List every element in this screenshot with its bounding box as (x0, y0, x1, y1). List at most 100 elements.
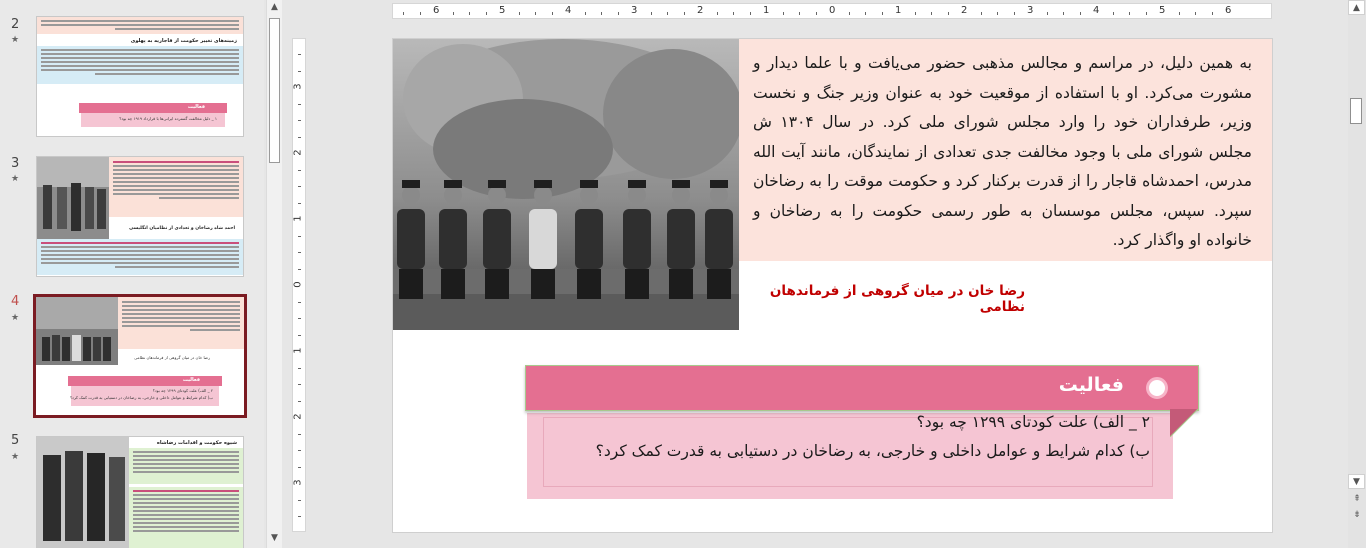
ruler-tick (298, 301, 301, 303)
ruler-tick (298, 433, 301, 435)
ruler-number: 5 (1159, 5, 1166, 16)
horizontal-ruler: 6 5 4 3 2 1 0 1 2 3 4 5 6 (392, 3, 1272, 19)
thumbnail-slide-5[interactable]: شیوه حکومت و اقدامات رضاشاه (36, 436, 244, 548)
mini-activity-title: فعالیت (182, 377, 200, 383)
ruler-number: 1 (292, 347, 304, 354)
thumbnail-slide-4[interactable]: رضا خان در میان گروهی از فرماندهان نظامی… (33, 294, 247, 418)
ruler-number: 6 (433, 5, 440, 16)
question-1[interactable]: ۲ _ الف) علت کودتای ۱۲۹۹ چه بود؟ (917, 413, 1150, 431)
ruler-tick (1013, 12, 1015, 15)
ruler-tick (650, 12, 652, 15)
scrollbar-thumb[interactable] (1350, 98, 1362, 124)
ruler-tick (815, 12, 817, 15)
ruler-tick (733, 12, 734, 15)
mini-text-block (37, 46, 243, 84)
animation-star-icon: ★ (11, 35, 20, 45)
mini-text-block (37, 239, 243, 275)
mini-activity-header: فعالیت (68, 376, 222, 386)
ruler-number: 3 (292, 83, 304, 90)
ruler-number: 2 (961, 5, 968, 16)
ruler-tick (485, 12, 487, 15)
mini-photo (37, 157, 109, 239)
ruler-tick (298, 186, 301, 187)
scroll-up-icon[interactable]: ▲ (1348, 0, 1365, 15)
thumbnail-number-3: 3 (11, 156, 20, 171)
ruler-tick (667, 12, 668, 15)
thumbnail-number-5: 5 (11, 433, 20, 448)
mini-photo (36, 297, 118, 365)
previous-slide-icon[interactable]: ⇞ (1350, 493, 1364, 506)
mini-question: ۲ _ الف) علت کودتای ۱۲۹۹ چه بود؟ (152, 388, 213, 393)
ruler-tick (298, 318, 301, 319)
ruler-tick (1129, 12, 1130, 15)
thumbnail-slide-2[interactable]: زمینه‌های تغییر حکومت از قاجاریه به پهلو… (36, 16, 244, 137)
ruler-number: 2 (292, 413, 304, 420)
ruler-number: 6 (1225, 5, 1232, 16)
slide-scrollbar[interactable]: ▲ ▼ ⇞ ⇟ (1348, 0, 1366, 548)
ruler-tick (298, 367, 301, 369)
historical-photo (393, 39, 739, 330)
next-slide-icon[interactable]: ⇟ (1350, 509, 1364, 522)
ruler-tick (298, 400, 301, 402)
ruler-tick (452, 12, 454, 15)
mini-text-block (118, 297, 244, 349)
ruler-tick (749, 12, 751, 15)
ruler-tick (298, 120, 301, 121)
scrollbar-thumb[interactable] (269, 18, 280, 163)
mini-activity-panel: ۲ _ الف) علت کودتای ۱۲۹۹ چه بود؟ ب) کدام… (69, 386, 219, 406)
mini-activity-title: فعالیت (187, 104, 205, 110)
ruler-tick (848, 12, 850, 15)
ruler-tick (298, 384, 301, 385)
ruler-tick (799, 12, 800, 15)
ruler-tick (535, 12, 536, 15)
ruler-tick (298, 202, 301, 204)
ruler-number: 3 (1027, 5, 1034, 16)
scroll-down-icon[interactable]: ▼ (267, 531, 282, 546)
ruler-tick (931, 12, 932, 15)
thumbnail-number-4: 4 (11, 294, 20, 309)
ruler-tick (551, 12, 553, 15)
ruler-tick (298, 235, 301, 237)
ruler-number: 0 (829, 5, 836, 16)
ruler-tick (865, 12, 866, 15)
scroll-down-icon[interactable]: ▼ (1348, 474, 1365, 489)
thumbnail-slide-3[interactable]: احمد شاه رضاخان و تعدادی از نظامیان انگل… (36, 156, 244, 277)
scroll-up-icon[interactable]: ▲ (267, 0, 282, 15)
question-2[interactable]: ب) کدام شرایط و عوامل داخلی و خارجی، به … (596, 442, 1150, 460)
activity-title: فعالیت (1058, 374, 1124, 396)
ruler-number: 5 (499, 5, 506, 16)
ruler-number: 4 (1093, 5, 1100, 16)
ruler-tick (914, 12, 916, 15)
ruler-tick (1145, 12, 1147, 15)
ruler-number: 2 (292, 149, 304, 156)
body-text-box[interactable]: به همین دلیل، در مراسم و مجالس مذهبی حضو… (739, 39, 1272, 261)
mini-activity-panel: ۱ _ دلیل مخالفت گسترده ایرانی‌ها با قرار… (81, 113, 225, 127)
powerpoint-editor: 2 ★ زمینه‌های تغییر حکومت از قاجاریه به … (0, 0, 1366, 548)
photo-caption[interactable]: رضا خان در میان گروهی از فرماندهان نظامی (763, 283, 1025, 315)
ruler-tick (1178, 12, 1180, 15)
vertical-ruler: 3 2 1 0 1 2 3 (292, 38, 306, 532)
slide-canvas[interactable]: به همین دلیل، در مراسم و مجالس مذهبی حضو… (392, 38, 1273, 533)
ruler-number: 2 (697, 5, 704, 16)
mini-photo (37, 437, 129, 548)
ruler-tick (997, 12, 998, 15)
ruler-number: 3 (631, 5, 638, 16)
thumbnail-number-2: 2 (11, 17, 20, 32)
ruler-number: 0 (292, 281, 304, 288)
ruler-tick (298, 516, 301, 517)
mini-question: ب) کدام شرایط و عوامل داخلی و خارجی، به … (69, 395, 213, 400)
thumbnail-scrollbar[interactable]: ▲ ▼ (266, 0, 282, 548)
ruler-tick (683, 12, 685, 15)
bullet-circle-icon (1146, 377, 1168, 399)
ruler-tick (1112, 12, 1114, 15)
animation-star-icon: ★ (11, 452, 20, 462)
ruler-number: 1 (895, 5, 902, 16)
mini-text-block (109, 157, 243, 217)
ruler-tick (782, 12, 784, 15)
ruler-tick (298, 499, 301, 501)
ruler-tick (298, 70, 301, 72)
mini-heading: زمینه‌های تغییر حکومت از قاجاریه به پهلو… (130, 38, 237, 44)
slide-thumbnail-pane: 2 ★ زمینه‌های تغییر حکومت از قاجاریه به … (0, 0, 264, 548)
ruler-tick (980, 12, 982, 15)
activity-banner[interactable]: فعالیت (525, 365, 1199, 411)
